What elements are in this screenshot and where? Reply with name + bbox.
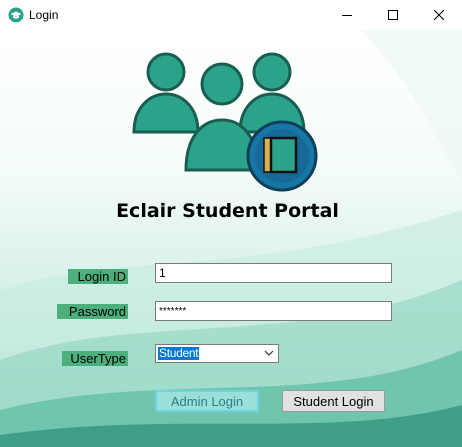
password-label: Password xyxy=(57,304,128,319)
title-bar[interactable]: Login xyxy=(0,0,462,30)
student-login-button[interactable]: Student Login xyxy=(282,390,385,412)
maximize-icon xyxy=(388,10,398,20)
close-button[interactable] xyxy=(416,0,462,30)
login-form-area: Eclair Student Portal Login ID Password … xyxy=(0,30,462,447)
login-window: Login Eclair Student Portal Login ID 1 P… xyxy=(0,0,462,447)
usertype-selected-value: Student xyxy=(158,346,200,360)
login-id-label: Login ID xyxy=(68,269,128,284)
password-input[interactable] xyxy=(155,301,392,321)
students-group-book-icon xyxy=(132,52,318,192)
chevron-down-icon xyxy=(264,350,274,356)
usertype-label: UserType xyxy=(62,351,128,366)
maximize-button[interactable] xyxy=(370,0,416,30)
close-icon xyxy=(434,10,444,20)
minimize-icon xyxy=(342,15,352,16)
login-id-input[interactable] xyxy=(155,263,392,283)
usertype-select[interactable]: Student xyxy=(155,344,279,363)
page-title: Eclair Student Portal xyxy=(116,200,339,222)
admin-login-button[interactable]: Admin Login xyxy=(155,390,259,412)
minimize-button[interactable] xyxy=(324,0,370,30)
graduation-cap-icon xyxy=(8,7,24,23)
window-title: Login xyxy=(29,8,59,22)
